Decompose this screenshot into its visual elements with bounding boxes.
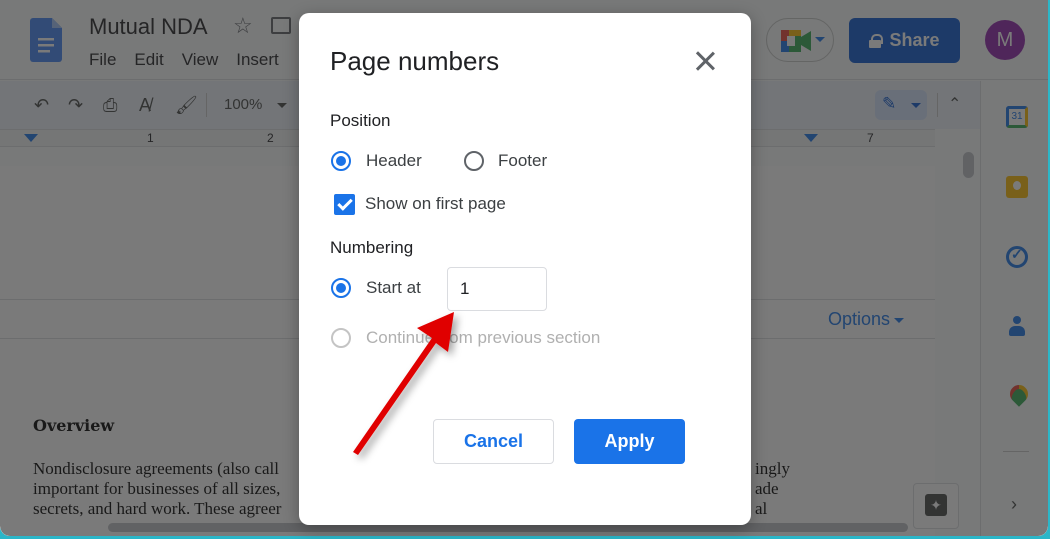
footer-radio[interactable] [464,151,484,171]
apply-button[interactable]: Apply [574,419,685,464]
start-at-input[interactable] [447,267,547,311]
show-first-page-checkbox[interactable] [334,194,355,215]
footer-option-label[interactable]: Footer [498,151,547,171]
continue-radio [331,328,351,348]
start-at-radio[interactable] [331,278,351,298]
start-at-label[interactable]: Start at [366,278,421,298]
position-label: Position [330,111,391,130]
dialog-title: Page numbers [330,46,500,76]
cancel-button[interactable]: Cancel [433,419,554,464]
numbering-label: Numbering [330,238,414,257]
header-radio[interactable] [331,151,351,171]
continue-label: Continue from previous section [366,328,601,347]
page-numbers-dialog: Page numbers Position Header Footer Show… [299,13,751,525]
close-icon[interactable] [691,47,719,75]
header-option-label[interactable]: Header [366,151,422,171]
show-first-page-label[interactable]: Show on first page [365,194,506,214]
